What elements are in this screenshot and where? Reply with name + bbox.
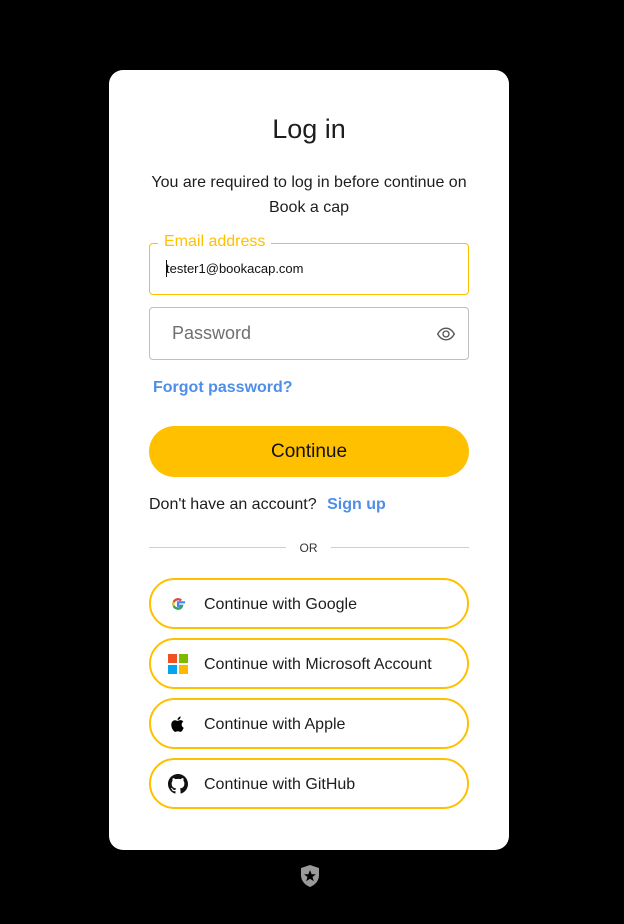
eye-icon[interactable] [436, 324, 456, 344]
forgot-password-link[interactable]: Forgot password? [153, 379, 293, 397]
continue-with-microsoft-button[interactable]: Continue with Microsoft Account [149, 638, 469, 689]
google-button-label: Continue with Google [204, 596, 357, 613]
continue-button[interactable]: Continue [149, 426, 469, 477]
signup-row: Don't have an account? Sign up [149, 496, 386, 514]
microsoft-icon [168, 654, 188, 674]
password-input[interactable] [150, 308, 420, 359]
apple-icon [171, 716, 184, 732]
continue-with-apple-button[interactable]: Continue with Apple [149, 698, 469, 749]
divider-line-left [149, 547, 286, 548]
login-card: Log in You are required to log in before… [109, 70, 509, 850]
password-field[interactable] [149, 307, 469, 360]
no-account-text: Don't have an account? [149, 496, 317, 513]
divider-line-right [331, 547, 469, 548]
google-icon [172, 598, 186, 610]
microsoft-button-label: Continue with Microsoft Account [204, 656, 432, 673]
continue-with-google-button[interactable]: Continue with Google [149, 578, 469, 629]
apple-button-label: Continue with Apple [204, 716, 346, 733]
auth0-shield-icon [301, 865, 319, 887]
divider-or: OR [299, 541, 318, 555]
sign-up-link[interactable]: Sign up [327, 496, 386, 513]
email-field[interactable]: Email address tester1@bookacap.com [149, 233, 469, 295]
page-title: Log in [272, 114, 346, 144]
github-button-label: Continue with GitHub [204, 776, 356, 793]
email-value[interactable]: tester1@bookacap.com [166, 261, 304, 276]
email-label: Email address [158, 233, 272, 251]
github-icon [168, 774, 188, 794]
login-subtitle: You are required to log in before contin… [151, 174, 467, 216]
continue-with-github-button[interactable]: Continue with GitHub [149, 758, 469, 809]
